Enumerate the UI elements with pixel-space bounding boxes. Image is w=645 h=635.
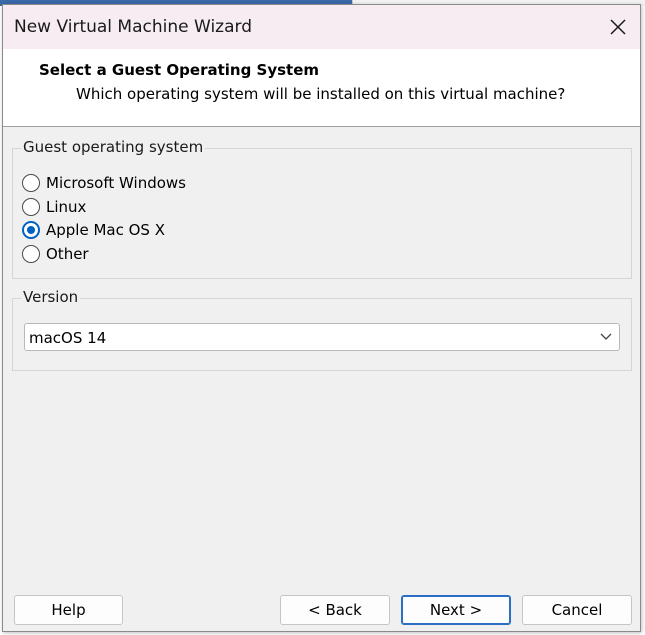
window-title: New Virtual Machine Wizard [14, 17, 252, 37]
next-button[interactable]: Next > [401, 595, 511, 625]
page-subtitle: Which operating system will be installed… [76, 85, 566, 103]
close-button[interactable] [600, 9, 636, 45]
radio-apple-mac-os-x[interactable]: Apple Mac OS X [22, 219, 165, 241]
radio-label: Apple Mac OS X [46, 221, 165, 239]
close-icon [610, 19, 626, 35]
version-dropdown[interactable]: macOS 14 [24, 323, 620, 351]
back-button[interactable]: < Back [280, 595, 390, 625]
radio-button[interactable] [22, 174, 40, 192]
help-button[interactable]: Help [14, 595, 123, 625]
radio-button[interactable] [22, 198, 40, 216]
wizard-header: Select a Guest Operating System Which op… [3, 49, 640, 127]
radio-microsoft-windows[interactable]: Microsoft Windows [22, 172, 186, 194]
cancel-button[interactable]: Cancel [522, 595, 632, 625]
radio-linux[interactable]: Linux [22, 196, 86, 218]
version-selected-value: macOS 14 [29, 329, 107, 347]
radio-button[interactable] [22, 245, 40, 263]
guest-os-group: Guest operating system Microsoft Windows… [12, 138, 632, 279]
radio-other[interactable]: Other [22, 243, 89, 265]
page-title: Select a Guest Operating System [39, 61, 320, 79]
guest-os-legend: Guest operating system [21, 138, 206, 156]
version-group: Version macOS 14 [12, 288, 632, 371]
radio-button-selected[interactable] [22, 221, 40, 239]
wizard-dialog: New Virtual Machine Wizard Select a Gues… [2, 4, 641, 632]
title-bar: New Virtual Machine Wizard [3, 5, 640, 49]
radio-label: Linux [46, 198, 87, 216]
version-legend: Version [21, 288, 81, 306]
radio-label: Other [46, 245, 89, 263]
chevron-down-icon [600, 333, 612, 340]
radio-label: Microsoft Windows [46, 174, 186, 192]
